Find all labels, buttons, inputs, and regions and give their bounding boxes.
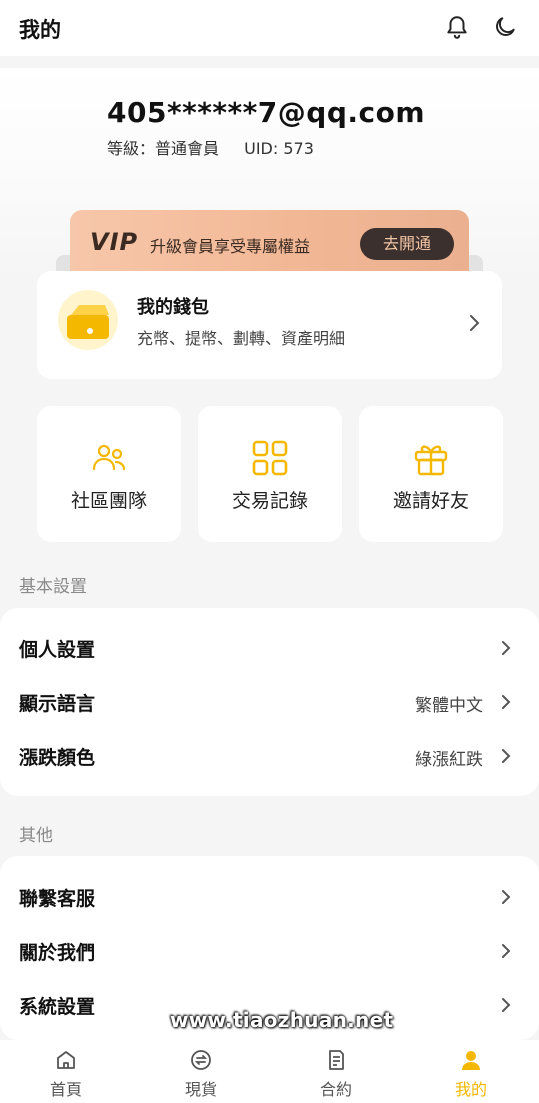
tab-spot[interactable]: 現貨 <box>161 1048 241 1100</box>
row-label: 關於我們 <box>19 942 96 964</box>
settings-row-color[interactable]: 漲跌顏色 綠漲紅跌 <box>0 729 539 783</box>
chevron-right-icon <box>502 998 511 1012</box>
gift-icon <box>414 445 448 476</box>
contract-icon <box>329 1050 344 1070</box>
other-row-contact-support[interactable]: 聯繫客服 <box>0 870 539 924</box>
basic-settings-card: 個人設置 顯示語言 繁體中文 漲跌顏色 綠漲紅跌 <box>0 608 539 796</box>
tile-label: 邀請好友 <box>392 490 469 512</box>
row-label: 顯示語言 <box>19 693 96 715</box>
tab-label: 現貨 <box>184 1080 217 1099</box>
activate-vip-button[interactable]: 去開通 <box>360 228 454 260</box>
tile-label: 社區團隊 <box>70 490 147 512</box>
vip-banner[interactable]: VIP 升級會員享受專屬權益 去開通 <box>70 210 469 276</box>
chevron-right-icon <box>470 315 480 331</box>
moon-icon[interactable] <box>492 14 518 40</box>
tile-invite-friends[interactable]: 邀請好友 <box>359 406 503 542</box>
member-level: 等級：普通會員 <box>107 139 220 158</box>
chevron-right-icon <box>502 695 511 709</box>
settings-row-language[interactable]: 顯示語言 繁體中文 <box>0 675 539 729</box>
user-icon <box>462 1051 480 1070</box>
vip-logo: VIP <box>90 228 139 256</box>
page-title: 我的 <box>19 18 61 42</box>
tile-trade-records[interactable]: 交易記錄 <box>198 406 342 542</box>
exchange-icon <box>191 1050 211 1070</box>
section-basic-settings: 基本設置 <box>19 577 87 597</box>
wallet-title: 我的錢包 <box>137 297 209 318</box>
chevron-right-icon <box>502 944 511 958</box>
chevron-right-icon <box>502 890 511 904</box>
section-other: 其他 <box>19 826 53 846</box>
uid-label: UID: 573 <box>244 139 314 158</box>
other-row-about-us[interactable]: 關於我們 <box>0 924 539 978</box>
quick-tiles: 社區團隊 交易記錄 邀請好友 <box>37 406 503 542</box>
row-label: 系統設置 <box>19 996 96 1018</box>
row-value: 綠漲紅跌 <box>415 750 483 770</box>
tab-label: 首頁 <box>49 1080 82 1099</box>
row-value: 繁體中文 <box>415 696 483 716</box>
level-row: 等級：普通會員 UID: 573 <box>107 135 334 159</box>
bell-icon[interactable] <box>444 14 470 40</box>
bottom-tab-bar: 首頁 現貨 合約 我的 <box>0 1040 539 1103</box>
wallet-subtitle: 充幣、提幣、劃轉、資產明細 <box>137 329 346 348</box>
row-label: 漲跌顏色 <box>19 747 96 769</box>
row-label: 聯繫客服 <box>19 888 96 910</box>
watermark: www.tiaozhuan.net <box>170 1008 394 1032</box>
tile-label: 交易記錄 <box>231 490 308 512</box>
tab-mine[interactable]: 我的 <box>431 1048 511 1100</box>
chevron-right-icon <box>502 641 511 655</box>
home-icon <box>57 1051 75 1069</box>
tab-contract[interactable]: 合約 <box>296 1048 376 1100</box>
wallet-icon <box>58 290 118 350</box>
top-header: 我的 <box>0 0 539 56</box>
tab-label: 合約 <box>319 1080 352 1099</box>
settings-row-personal[interactable]: 個人設置 <box>0 621 539 675</box>
chevron-right-icon <box>502 749 511 763</box>
tile-community-team[interactable]: 社區團隊 <box>37 406 181 542</box>
wallet-card[interactable]: 我的錢包 充幣、提幣、劃轉、資產明細 <box>37 271 502 379</box>
grid-icon <box>252 440 288 476</box>
team-icon <box>92 444 126 471</box>
account-email: 405******7@qq.com <box>107 96 426 129</box>
tab-home[interactable]: 首頁 <box>26 1048 106 1100</box>
row-label: 個人設置 <box>19 639 96 661</box>
tab-label: 我的 <box>454 1080 487 1099</box>
vip-text: 升級會員享受專屬權益 <box>150 237 311 256</box>
